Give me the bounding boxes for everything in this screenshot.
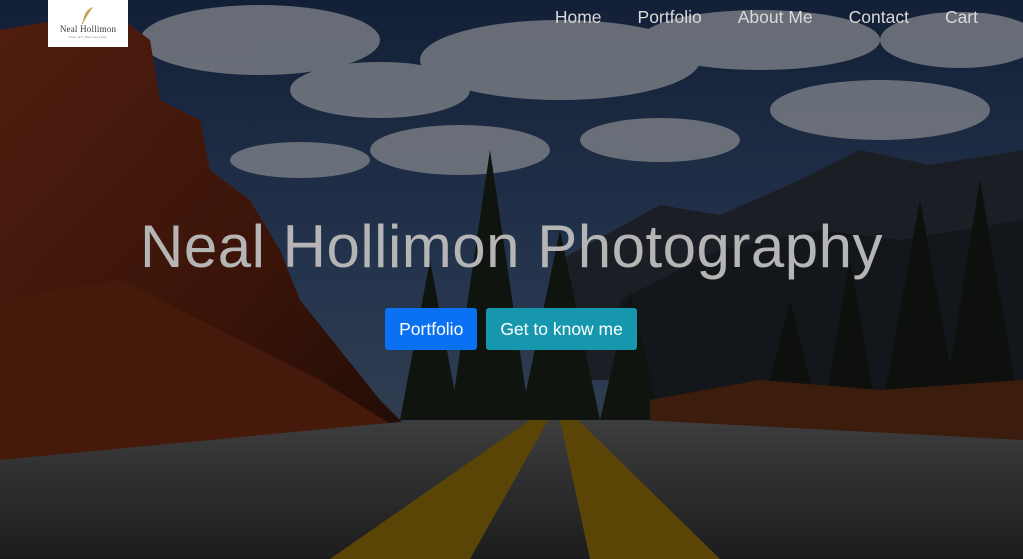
nav-item-home[interactable]: Home [555, 6, 602, 28]
logo-tagline: Fine Art Photography [68, 34, 108, 39]
nav-item-about-me[interactable]: About Me [738, 6, 813, 28]
get-to-know-me-button[interactable]: Get to know me [486, 308, 637, 350]
hero-cta-group: Portfolio Get to know me [0, 308, 1023, 350]
main-nav: Home Portfolio About Me Contact Cart [519, 6, 978, 28]
site-logo[interactable]: Neal Hollimon Fine Art Photography [48, 0, 128, 47]
nav-item-cart[interactable]: Cart [945, 6, 978, 28]
portfolio-button[interactable]: Portfolio [385, 308, 478, 350]
nav-item-portfolio[interactable]: Portfolio [638, 6, 702, 28]
hero-section: Neal Hollimon Fine Art Photography Home … [0, 0, 1023, 559]
logo-name: Neal Hollimon [59, 23, 117, 34]
nav-item-contact[interactable]: Contact [849, 6, 909, 28]
hero-title: Neal Hollimon Photography [140, 213, 883, 280]
feather-icon [81, 6, 93, 24]
